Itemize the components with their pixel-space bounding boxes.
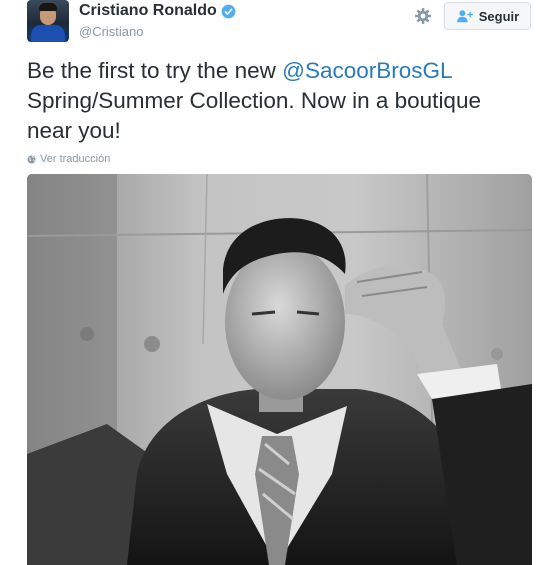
tweet-text-after: Spring/Summer Collection. Now in a bouti… (27, 88, 481, 143)
follow-button[interactable]: Seguir (444, 2, 531, 30)
globe-icon (27, 154, 36, 164)
tweet-photo-image (27, 174, 532, 565)
user-handle[interactable]: @Cristiano (79, 24, 144, 39)
tweet-text-before: Be the first to try the new (27, 58, 283, 83)
user-name-row[interactable]: Cristiano Ronaldo (79, 2, 236, 20)
tweet-card: Cristiano Ronaldo @Cristiano Seguir Be t… (0, 0, 555, 565)
avatar[interactable] (27, 0, 69, 42)
person-plus-icon (456, 10, 473, 23)
verified-badge-icon (221, 4, 236, 18)
follow-button-label: Seguir (478, 8, 520, 24)
translate-link[interactable]: Ver traducción (27, 153, 110, 165)
gear-icon[interactable] (414, 7, 432, 25)
tweet-photo[interactable] (27, 174, 532, 565)
mention-link[interactable]: @SacoorBrosGL (282, 58, 452, 83)
tweet-text: Be the first to try the new @SacoorBrosG… (27, 56, 532, 146)
user-fullname[interactable]: Cristiano Ronaldo (79, 2, 217, 20)
translate-label: Ver traducción (40, 153, 111, 165)
